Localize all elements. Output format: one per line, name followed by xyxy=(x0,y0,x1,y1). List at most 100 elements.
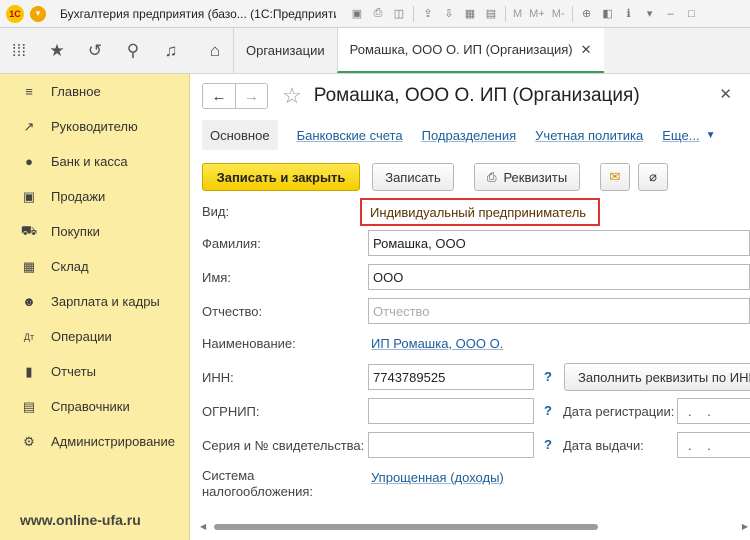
history-icon[interactable]: ↺ xyxy=(76,28,114,73)
email-button[interactable]: ✉ xyxy=(600,163,630,191)
sidebar-item-reports[interactable]: ▮ Отчеты xyxy=(0,354,189,389)
window-titlebar: 1С ▾ Бухгалтерия предприятия (базо... (1… xyxy=(0,0,750,28)
book-icon: ▤ xyxy=(22,398,36,414)
cert-help-icon[interactable]: ? xyxy=(544,437,552,452)
sidebar-item-main[interactable]: ≡ Главное xyxy=(0,74,189,109)
ogrnip-row: ОГРНИП: xyxy=(202,404,260,419)
surname-input[interactable]: Ромашка, ООО xyxy=(368,230,750,256)
minimize-icon[interactable]: – xyxy=(662,5,680,23)
scroll-thumb[interactable] xyxy=(214,524,598,530)
calculator-icon[interactable]: ▦ xyxy=(461,5,479,23)
sidebar-item-warehouse[interactable]: ▦ Склад xyxy=(0,249,189,284)
tax-system-link[interactable]: Упрощенная (доходы) xyxy=(371,470,504,485)
sidebar-item-purchases[interactable]: ⛟ Покупки xyxy=(0,214,189,249)
favorite-star-icon[interactable]: ☆ xyxy=(282,83,302,109)
inn-help-icon[interactable]: ? xyxy=(544,369,552,384)
vid-label: Вид: xyxy=(202,204,230,219)
print-icon[interactable]: ⎙ xyxy=(369,5,387,23)
history-nav: ← → xyxy=(202,83,268,109)
form-subtabs: Основное Банковские счета Подразделения … xyxy=(202,120,715,150)
ogrnip-input[interactable] xyxy=(368,398,534,424)
paperclip-icon: ⌀ xyxy=(649,169,657,184)
reg-date-input[interactable]: . . xyxy=(677,398,750,424)
coin-icon: ● xyxy=(25,154,33,169)
subtab-more[interactable]: Еще... xyxy=(662,128,699,143)
subtab-accounting-policy[interactable]: Учетная политика xyxy=(535,128,643,143)
horizontal-scrollbar[interactable]: ◀ ▶ xyxy=(198,522,750,532)
menu-arrow-icon[interactable]: ▾ xyxy=(641,5,659,23)
subtab-main[interactable]: Основное xyxy=(202,120,278,150)
sidebar-item-manager[interactable]: ↗ Руководителю xyxy=(0,109,189,144)
save-icon[interactable]: ▣ xyxy=(348,5,366,23)
bar-chart-icon: ▮ xyxy=(25,363,33,379)
forward-arrow-icon[interactable]: → xyxy=(235,84,267,108)
chevron-down-icon[interactable]: ▼ xyxy=(706,130,716,141)
envelope-icon: ✉ xyxy=(609,169,621,184)
requisites-button[interactable]: ⎙ Реквизиты xyxy=(474,163,580,191)
sidebar-item-catalogs[interactable]: ▤ Справочники xyxy=(0,389,189,424)
zoom-icon[interactable]: ⊕ xyxy=(578,5,596,23)
scroll-left-icon[interactable]: ◀ xyxy=(200,522,206,531)
tab-romashka[interactable]: Ромашка, ООО О. ИП (Организация) ✕ xyxy=(336,28,604,73)
favorites-star-icon[interactable]: ★ xyxy=(38,28,76,73)
cert-input[interactable] xyxy=(368,432,534,458)
name-input[interactable]: ООО xyxy=(368,264,750,290)
patronymic-label: Отчество: xyxy=(202,304,263,319)
upload-icon[interactable]: ⇪ xyxy=(419,5,437,23)
sidebar-item-bank[interactable]: ● Банк и касса xyxy=(0,144,189,179)
inn-input[interactable]: 7743789525 xyxy=(368,364,534,390)
ogrnip-label: ОГРНИП: xyxy=(202,404,260,419)
naming-link[interactable]: ИП Ромашка, ООО О. xyxy=(371,336,503,351)
sidebar-item-sales[interactable]: ▣ Продажи xyxy=(0,179,189,214)
home-icon[interactable]: ⌂ xyxy=(197,28,233,73)
form-header: ← → ☆ Ромашка, ООО О. ИП (Организация) xyxy=(202,83,640,109)
sidebar-item-payroll[interactable]: ☻ Зарплата и кадры xyxy=(0,284,189,319)
attachment-button[interactable]: ⌀ xyxy=(638,163,668,191)
back-arrow-icon[interactable]: ← xyxy=(203,84,235,108)
tab-organizations[interactable]: Организации xyxy=(233,28,337,73)
search-icon[interactable]: ⚲ xyxy=(114,28,152,73)
download-icon[interactable]: ⇩ xyxy=(440,5,458,23)
person-icon: ☻ xyxy=(22,294,36,309)
sidebar-item-label: Администрирование xyxy=(51,434,175,449)
subtab-departments[interactable]: Подразделения xyxy=(422,128,517,143)
vid-field[interactable]: Индивидуальный предприниматель xyxy=(360,198,600,226)
panel-icon[interactable]: ◧ xyxy=(599,5,617,23)
patronymic-row: Отчество: xyxy=(202,304,262,319)
sidebar-item-admin[interactable]: ⚙ Администрирование xyxy=(0,424,189,459)
main-menu-button[interactable]: ▾ xyxy=(30,5,46,22)
inn-row: ИНН: xyxy=(202,370,234,385)
save-button[interactable]: Записать xyxy=(372,163,454,191)
memory-button[interactable]: M xyxy=(511,8,524,20)
issue-date-input[interactable]: . . xyxy=(677,432,750,458)
sidebar-item-operations[interactable]: Дт Операции xyxy=(0,319,189,354)
memory-minus-button[interactable]: M- xyxy=(550,8,567,20)
tab-close-icon[interactable]: ✕ xyxy=(581,42,592,58)
apps-grid-icon[interactable]: ⁞⁞⁞ xyxy=(0,28,38,73)
maximize-icon[interactable]: □ xyxy=(683,5,701,23)
preview-icon[interactable]: ◫ xyxy=(390,5,408,23)
save-and-close-button[interactable]: Записать и закрыть xyxy=(202,163,360,191)
issue-date-label: Дата выдачи: xyxy=(563,438,644,453)
notifications-bell-icon[interactable]: ♫ xyxy=(152,28,190,73)
shopping-bag-icon: ▣ xyxy=(22,188,36,204)
fill-by-inn-button[interactable]: Заполнить реквизиты по ИНН xyxy=(564,363,750,391)
scroll-right-icon[interactable]: ▶ xyxy=(742,522,748,531)
calendar-icon[interactable]: ▤ xyxy=(482,5,500,23)
surname-label: Фамилия: xyxy=(202,236,261,251)
ogrnip-help-icon[interactable]: ? xyxy=(544,403,552,418)
sidebar-item-label: Справочники xyxy=(51,399,130,414)
form-close-icon[interactable]: ✕ xyxy=(719,85,732,103)
requisites-label: Реквизиты xyxy=(503,169,568,185)
toolbar-divider xyxy=(571,5,573,22)
sidebar-item-label: Зарплата и кадры xyxy=(51,294,160,309)
surname-row: Фамилия: xyxy=(202,236,261,251)
subtab-bank-accounts[interactable]: Банковские счета xyxy=(297,128,403,143)
sidebar-item-label: Отчеты xyxy=(51,364,96,379)
memory-plus-button[interactable]: M+ xyxy=(527,8,547,20)
naming-row: Наименование: xyxy=(202,336,296,351)
sidebar-item-label: Покупки xyxy=(51,224,100,239)
patronymic-input[interactable]: Отчество xyxy=(368,298,750,324)
info-icon[interactable]: ℹ xyxy=(620,5,638,23)
tab-label: Ромашка, ООО О. ИП (Организация) xyxy=(349,42,573,57)
